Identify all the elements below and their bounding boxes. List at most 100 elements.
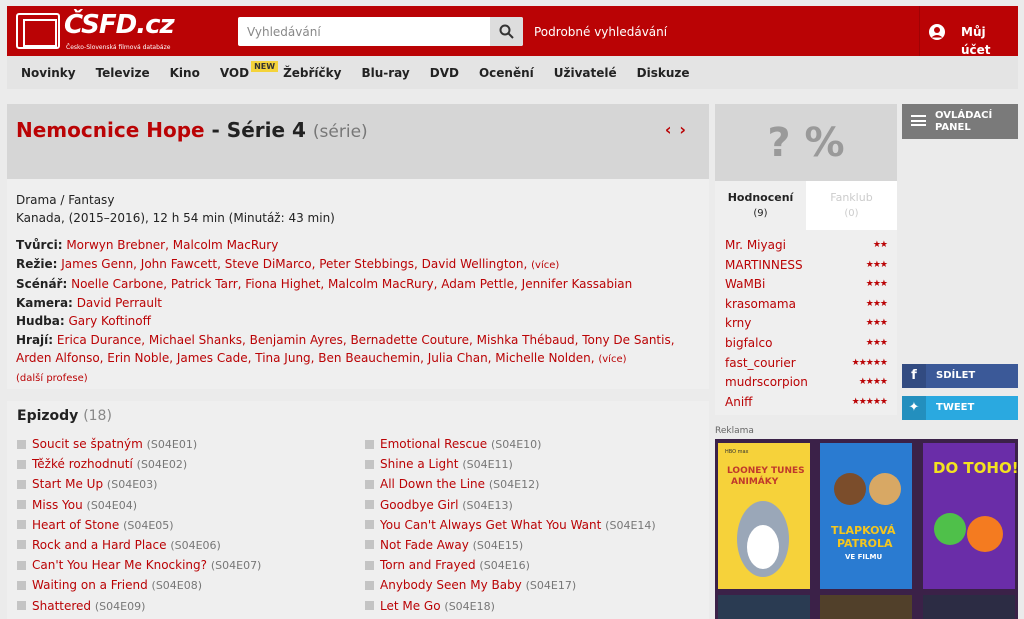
nav-item-kino[interactable]: Kino	[170, 66, 200, 80]
list-item: mudrscorpion ★★★★	[715, 373, 897, 393]
rating-stars: ★★★★	[858, 377, 888, 388]
svg-text:VE FILMU: VE FILMU	[845, 553, 882, 561]
control-panel-button[interactable]: OVLÁDACÍ PANEL	[902, 104, 1018, 139]
advanced-search-link[interactable]: Podrobné vyhledávání	[534, 25, 667, 39]
user-link[interactable]: bigfalco	[725, 336, 772, 350]
episode-link[interactable]: Soucit se špatným	[32, 437, 143, 451]
ad-banner[interactable]: HBO max LOONEY TUNES ANIMÁKY TLAPKOVÁ PA…	[715, 439, 1018, 619]
nav-item-vod[interactable]: VOD NEW	[219, 61, 279, 80]
account-button[interactable]: Můj účet	[927, 23, 1018, 57]
episode-link[interactable]: Shattered	[32, 599, 91, 613]
list-item: Rock and a Hard Place (S04E06)	[17, 535, 347, 555]
nav-item-novinky[interactable]: Novinky	[21, 66, 76, 80]
nav-item-dvd[interactable]: DVD	[430, 66, 459, 80]
list-item: Heart of Stone (S04E05)	[17, 515, 347, 535]
nav-item-diskuze[interactable]: Diskuze	[637, 66, 690, 80]
rating-stars: ★★★	[865, 279, 888, 290]
music-link[interactable]: Gary Koftinoff	[69, 314, 151, 328]
episode-link[interactable]: Rock and a Hard Place	[32, 538, 167, 552]
episode-code: (S04E12)	[488, 478, 540, 492]
facebook-share-button[interactable]: f SDÍLET	[902, 364, 1018, 388]
episode-link[interactable]: All Down the Line	[380, 477, 485, 491]
series-title-link[interactable]: Nemocnice Hope	[16, 118, 205, 142]
episode-link[interactable]: Start Me Up	[32, 477, 103, 491]
camera-row: Kamera: David Perrault	[16, 294, 700, 313]
svg-text:PATROLA: PATROLA	[837, 537, 893, 550]
list-item: Miss You (S04E04)	[17, 495, 347, 515]
script-links[interactable]: Noelle Carbone, Patrick Tarr, Fiona High…	[71, 277, 632, 291]
camera-link[interactable]: David Perrault	[77, 296, 162, 310]
site-logo[interactable]: ČSFD.cz Česko-Slovenská filmová databáze	[16, 10, 186, 53]
episode-code: (S04E05)	[123, 518, 174, 532]
script-label: Scénář:	[16, 277, 68, 291]
account-label: Můj účet	[961, 25, 991, 57]
user-link[interactable]: Mr. Miyagi	[725, 238, 786, 252]
next-season-icon[interactable]: ›	[679, 120, 694, 139]
user-link[interactable]: krasomama	[725, 297, 796, 311]
user-link[interactable]: Aniff	[725, 395, 752, 409]
user-link[interactable]: WaMBi	[725, 277, 765, 291]
episode-link[interactable]: Let Me Go	[380, 599, 441, 613]
search-input[interactable]	[238, 17, 488, 46]
episode-link[interactable]: Goodbye Girl	[380, 498, 458, 512]
episode-link[interactable]: Emotional Rescue	[380, 437, 487, 451]
episode-link[interactable]: Těžké rozhodnutí	[32, 457, 133, 471]
episode-link[interactable]: Waiting on a Friend	[32, 578, 148, 592]
divider	[919, 6, 920, 56]
episode-link[interactable]: Heart of Stone	[32, 518, 119, 532]
rating-tabs: Hodnocení (9) Fanklub (0)	[715, 181, 897, 230]
season-nav: ‹›	[665, 120, 694, 139]
list-item: Start Me Up (S04E03)	[17, 474, 347, 494]
user-icon	[929, 24, 945, 40]
cast-links[interactable]: Erica Durance, Michael Shanks, Benjamin …	[16, 333, 675, 366]
episode-link[interactable]: Can't You Hear Me Knocking?	[32, 558, 207, 572]
episode-link[interactable]: You Can't Always Get What You Want	[380, 518, 601, 532]
camera-label: Kamera:	[16, 295, 73, 310]
list-item: Waiting on a Friend (S04E08)	[17, 575, 347, 595]
nav-item-televize[interactable]: Televize	[96, 66, 150, 80]
rating-stars: ★★★	[865, 337, 888, 348]
rating-stars: ★★★	[865, 259, 888, 270]
tab-fanclub-label: Fanklub	[830, 191, 873, 204]
nav-item-uzivatele[interactable]: Uživatelé	[554, 66, 617, 80]
episode-code: (S04E15)	[472, 538, 524, 552]
episode-link[interactable]: Torn and Frayed	[380, 558, 476, 572]
tab-ratings-count: (9)	[753, 208, 768, 219]
list-item: Těžké rozhodnutí (S04E02)	[17, 454, 347, 474]
episode-link[interactable]: Miss You	[32, 498, 83, 512]
episode-link[interactable]: Not Fade Away	[380, 538, 469, 552]
origin: Kanada, (2015–2016), 12 h 54 min (Minutá…	[16, 211, 335, 225]
nav-item-vod-label: VOD	[219, 66, 250, 80]
prev-season-icon[interactable]: ‹	[665, 120, 680, 139]
episode-link[interactable]: Anybody Seen My Baby	[380, 578, 522, 592]
user-link[interactable]: fast_courier	[725, 356, 796, 370]
list-item: Goodbye Girl (S04E13)	[365, 495, 695, 515]
search-button[interactable]	[490, 17, 523, 46]
other-professions-link[interactable]: (další profese)	[16, 370, 700, 389]
user-link[interactable]: mudrscorpion	[725, 375, 808, 389]
episode-code: (S04E16)	[479, 559, 530, 573]
list-item: fast_courier ★★★★★	[715, 354, 897, 374]
nav-item-zebricky[interactable]: Žebříčky	[283, 66, 341, 80]
nav-item-bluray[interactable]: Blu-ray	[361, 66, 409, 80]
tab-fanclub[interactable]: Fanklub (0)	[806, 181, 897, 230]
twitter-share-button[interactable]: ✦ TWEET	[902, 396, 1018, 420]
user-link[interactable]: MARTINNESS	[725, 258, 803, 272]
episode-code: (S04E01)	[146, 438, 198, 451]
director-links[interactable]: James Genn, John Fawcett, Steve DiMarco,…	[61, 257, 527, 271]
episode-code: (S04E09)	[94, 599, 146, 613]
more-link[interactable]: (více)	[531, 260, 559, 271]
episodes-count: (18)	[83, 408, 112, 424]
tab-ratings[interactable]: Hodnocení (9)	[715, 181, 806, 230]
nav-item-oceneni[interactable]: Ocenění	[479, 66, 534, 80]
script-row: Scénář: Noelle Carbone, Patrick Tarr, Fi…	[16, 275, 700, 294]
cast-label: Hrají:	[16, 332, 54, 347]
episode-link[interactable]: Shine a Light	[380, 457, 458, 471]
creators-links[interactable]: Morwyn Brebner, Malcolm MacRury	[66, 238, 278, 252]
more-link[interactable]: (více)	[598, 354, 626, 365]
user-link[interactable]: krny	[725, 316, 751, 330]
episodes-list-right: Emotional Rescue (S04E10) Shine a Light …	[365, 434, 695, 616]
title-box: Nemocnice Hope - Série 4 (série) ‹›	[7, 104, 709, 179]
episode-code: (S04E17)	[525, 579, 577, 593]
page-title: Nemocnice Hope - Série 4 (série)	[16, 118, 368, 142]
